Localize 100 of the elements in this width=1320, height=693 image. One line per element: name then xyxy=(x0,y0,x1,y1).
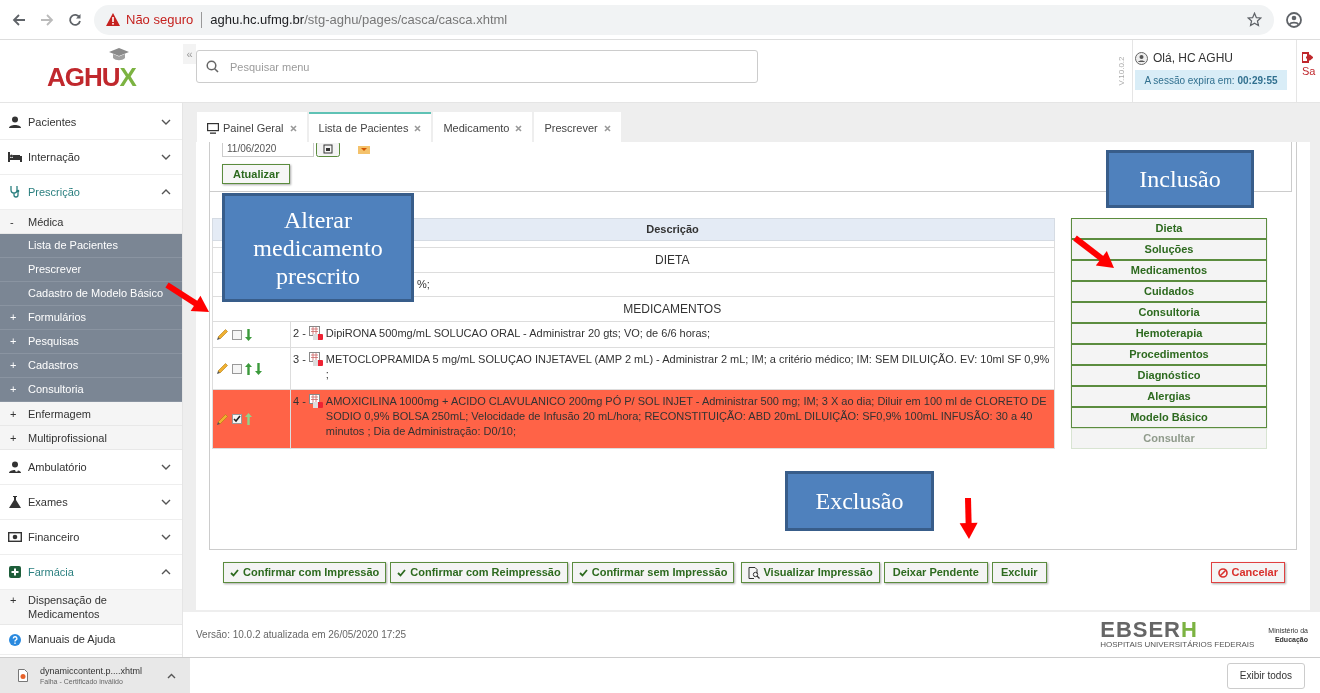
sidebar-item[interactable]: Cadastro de Modelo Básico xyxy=(0,282,182,306)
pointer-arrow xyxy=(1073,235,1114,268)
sidebar-item[interactable]: Ambulatório xyxy=(0,450,182,485)
profile-icon[interactable] xyxy=(1286,11,1302,28)
add-item-button[interactable]: Alergias xyxy=(1071,386,1267,407)
tab[interactable]: Lista de Pacientes xyxy=(308,112,432,142)
bookmark-star-icon[interactable] xyxy=(1247,12,1262,27)
sidebar-item[interactable]: + Pesquisas xyxy=(0,330,182,354)
sidebar-item[interactable]: + Enfermagem xyxy=(0,402,182,426)
add-item-button[interactable]: Modelo Básico xyxy=(1071,407,1267,428)
tab[interactable]: Prescrever xyxy=(534,112,621,142)
sidebar-item[interactable]: + Consultoria xyxy=(0,378,182,402)
description-text: %; xyxy=(417,278,430,291)
sidebar-item[interactable]: + Dispensação de Medicamentos xyxy=(0,590,182,625)
reload-icon[interactable] xyxy=(68,12,82,27)
add-item-button[interactable]: Procedimentos xyxy=(1071,344,1267,365)
confirm-button[interactable]: Confirmar sem Impressão xyxy=(571,562,735,583)
sidebar-item[interactable]: + Multiprofissional xyxy=(0,426,182,450)
checkbox[interactable] xyxy=(232,329,242,340)
pencil-icon[interactable] xyxy=(216,362,229,376)
logout-link[interactable]: Sa xyxy=(1302,63,1320,80)
user-icon xyxy=(9,116,21,128)
logout-icon[interactable] xyxy=(1302,52,1313,63)
user-icon xyxy=(1135,51,1148,65)
close-icon[interactable] xyxy=(414,124,422,132)
show-all-button[interactable]: Exibir todos xyxy=(1226,662,1305,689)
search-icon xyxy=(206,60,219,73)
expand-marker[interactable]: + xyxy=(10,431,28,445)
sidebar-item[interactable]: Lista de Pacientes xyxy=(0,234,182,258)
refresh-button[interactable]: Atualizar xyxy=(222,164,291,184)
close-icon[interactable] xyxy=(289,124,297,132)
expand-marker[interactable]: + xyxy=(10,381,28,398)
add-item-button[interactable]: Diagnóstico xyxy=(1071,365,1267,386)
sidebar-item[interactable]: Pacientes xyxy=(0,105,182,140)
ban-icon xyxy=(1217,567,1228,578)
add-item-button[interactable]: Dieta xyxy=(1071,218,1267,239)
calendar-button[interactable] xyxy=(316,143,340,157)
action-button[interactable]: Excluir xyxy=(991,562,1047,583)
add-item-button[interactable]: Consultoria xyxy=(1071,302,1267,323)
expand-marker[interactable]: + xyxy=(10,333,28,350)
security-warning: Não seguro xyxy=(126,10,194,29)
search-field[interactable]: Pesquisar menu xyxy=(196,50,758,83)
medication-icon xyxy=(308,352,323,367)
cancel-button[interactable]: Cancelar xyxy=(1210,562,1285,583)
action-button[interactable]: Deixar Pendente xyxy=(883,562,988,583)
date-field[interactable]: 11/06/2020 xyxy=(222,143,314,157)
sidebar-item[interactable]: + Formulários xyxy=(0,306,182,330)
tab[interactable]: Medicamento xyxy=(433,112,533,142)
forward-icon[interactable] xyxy=(40,12,54,27)
sidebar-item[interactable]: Exames xyxy=(0,485,182,520)
arrow-up-icon[interactable] xyxy=(245,362,252,375)
arrow-down-icon[interactable] xyxy=(255,362,262,375)
sidebar-item[interactable]: Financeiro xyxy=(0,520,182,555)
sidebar-item[interactable]: Manuais de Ajuda xyxy=(0,625,182,655)
sidebar-item[interactable]: Prescrever xyxy=(0,258,182,282)
description-text: DipiRONA 500mg/mL SOLUCAO ORAL - Administrar 20 gts; VO; de 6/6 horas; xyxy=(325,326,712,341)
expand-marker[interactable]: + xyxy=(10,309,28,326)
user-greeting: Olá, HC AGHU xyxy=(1153,50,1233,67)
sidebar-item[interactable]: Internação xyxy=(0,140,182,175)
arrow-down-icon[interactable] xyxy=(245,328,252,341)
annotation-callout: Alterar medicamento prescrito xyxy=(222,193,414,302)
logo-text: AGHUX xyxy=(47,60,136,94)
sidebar-item[interactable]: - Médica xyxy=(0,210,182,234)
flask-icon xyxy=(9,496,21,508)
expand-marker[interactable]: + xyxy=(10,407,28,421)
add-item-button[interactable]: Hemoterapia xyxy=(1071,323,1267,344)
preview-button[interactable]: Visualizar Impressão xyxy=(741,562,880,583)
stethoscope-icon xyxy=(9,186,21,198)
address-bar[interactable]: Não seguro aghu.hc.ufmg.br/stg-aghu/pages/casca/casca.xhtml xyxy=(94,4,1274,35)
close-icon[interactable] xyxy=(603,124,611,132)
row-number: 2 - xyxy=(293,326,306,341)
expand-marker[interactable]: + xyxy=(10,593,28,607)
tab[interactable]: Painel Geral xyxy=(197,112,307,142)
brand-logo-text: EBSERH xyxy=(1100,620,1198,640)
checkbox[interactable] xyxy=(232,414,242,425)
close-icon[interactable] xyxy=(515,124,523,132)
dropdown-icon[interactable] xyxy=(358,146,370,154)
table-row[interactable]: 2 - DipiRONA 500mg/mL SOLUCAO ORAL - Administrar 20 gts; VO; de 6/6 horas; xyxy=(212,321,1055,348)
confirm-button[interactable]: Confirmar com Impressão xyxy=(223,562,387,583)
checkmark-icon xyxy=(230,568,239,577)
session-timer: A sessão expira em: 00:29:55 xyxy=(1135,70,1287,90)
user-icon xyxy=(9,461,21,473)
table-row[interactable]: 3 - METOCLOPRAMIDA 5 mg/mL SOLUÇAO INJETAVEL (AMP 2 mL) - Administrar 2 mL; IM; a critério médico; IM: SEM DILUIÇÃO. EV: 10ml SF 0,9% ; xyxy=(212,347,1055,390)
expand-marker[interactable]: + xyxy=(10,357,28,374)
checkbox[interactable] xyxy=(232,363,242,374)
chevron-up-icon[interactable] xyxy=(167,672,176,679)
document-search-icon xyxy=(748,566,761,579)
confirm-button[interactable]: Confirmar com Reimpressão xyxy=(390,562,568,583)
checkmark-icon xyxy=(578,568,588,577)
back-icon[interactable] xyxy=(12,12,26,27)
add-item-button[interactable]: Cuidados xyxy=(1071,281,1267,302)
version-label: V.10.0.2 xyxy=(1116,56,1127,86)
add-item-button[interactable]: Soluções xyxy=(1071,239,1267,260)
table-row[interactable] xyxy=(212,389,1055,449)
description-text: AMOXICILINA 1000mg + ACIDO CLAVULANICO 200mg PÓ P/ SOL INJET - Administrar 500 mg; IM; 3 X ao dia; Diluir em 100 ml de CLORETO DE SODIO 0,9% BOLSA 250mL; Velocidade de Infusão 20 mL/hora; RECONSTITUIÇÃO: ABD 20mL DILUIÇÃO: SF0,9% 100mL INFUSÃO: 30 a 40 minutos ; Dia de Administração: D0/10; xyxy=(325,394,1048,440)
url-text: aghu.hc.ufmg.br/stg-aghu/pages/casca/casca.xhtml xyxy=(210,10,508,29)
sidebar-item[interactable]: + Cadastros xyxy=(0,354,182,378)
pencil-icon[interactable] xyxy=(216,328,229,342)
expand-marker[interactable]: - xyxy=(10,215,28,229)
add-item-button[interactable]: Medicamentos xyxy=(1071,260,1267,281)
